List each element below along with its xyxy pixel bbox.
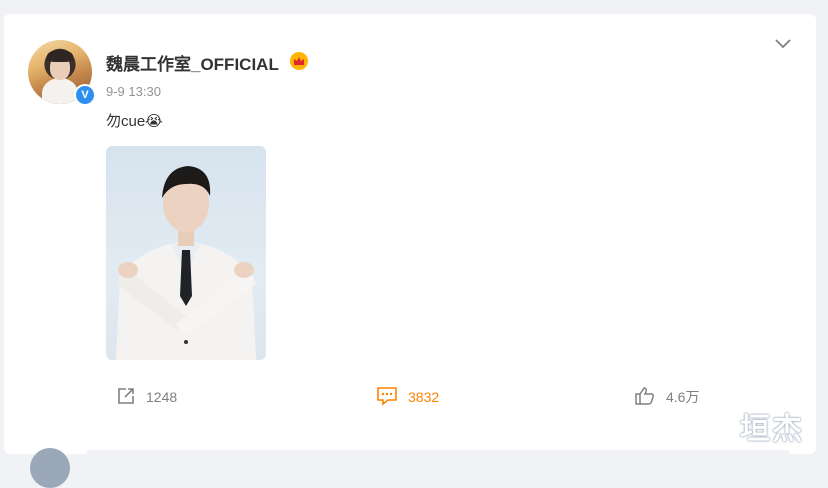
comment-count: 3832 xyxy=(408,389,440,405)
repost-button[interactable]: 1248 xyxy=(116,382,177,412)
comment-button[interactable]: 3832 xyxy=(376,382,439,412)
post-timestamp[interactable]: 9-9 13:30 xyxy=(106,84,161,99)
member-badge-icon[interactable] xyxy=(290,52,308,70)
chevron-down-icon[interactable] xyxy=(772,36,794,52)
avatar-hair xyxy=(47,50,73,62)
comment-icon xyxy=(376,386,398,409)
next-post-avatar[interactable] xyxy=(30,448,70,488)
verified-icon: V xyxy=(74,84,96,106)
author-name[interactable]: 魏晨工作室_OFFICIAL xyxy=(106,50,279,75)
post-image[interactable] xyxy=(106,146,266,360)
avatar-body xyxy=(42,78,78,104)
thumbs-up-icon xyxy=(634,386,656,409)
like-button[interactable]: 4.6万 xyxy=(634,382,699,412)
repost-count: 1248 xyxy=(146,389,178,405)
repost-icon xyxy=(116,386,136,409)
like-count: 4.6万 xyxy=(666,389,700,405)
post-text: 勿cue😭 xyxy=(106,113,163,130)
action-bar: 1248 3832 4.6万 xyxy=(4,382,816,412)
comment-input[interactable] xyxy=(86,450,790,480)
watermark: 垣杰 xyxy=(740,412,804,447)
